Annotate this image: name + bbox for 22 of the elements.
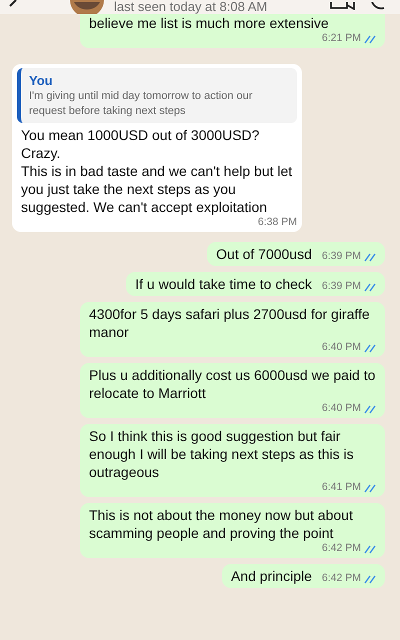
message-text: This is not about the money now but about scamming people and proving the point (89, 506, 354, 542)
quote-text: I'm giving until mid day tomorrow to action our request before taking next steps (29, 89, 254, 119)
quote-author: You (29, 72, 54, 89)
message-time: 6:21 PM (322, 32, 361, 45)
message-text: If u would take time to check (135, 275, 312, 293)
message-time: 6:42 PM (322, 542, 361, 555)
message-text: And principle (230, 567, 312, 585)
message-time: 6:41 PM (322, 481, 361, 494)
message-time: 6:39 PM (322, 250, 361, 263)
message-text: So I think this is good suggestion but fair enough I will be taking next steps as this is outrageous (89, 427, 355, 481)
message-text: You mean 1000USD out of 3000USD? Crazy. This is in bad taste and we can't help but let you just take the next steps as you suggested. We can't accept exploitation (20, 126, 294, 216)
last-seen-status: last seen today at 8:08 AM (114, 0, 268, 14)
message-time: 6:40 PM (322, 402, 361, 415)
message-text: Out of 7000usd (216, 245, 312, 263)
quoted-message[interactable]: You I'm giving until mid day tomorrow to action our request before taking next steps (17, 68, 297, 123)
message-time: 6:42 PM (322, 572, 361, 585)
message-time: 6:40 PM (322, 341, 361, 354)
message-text: Plus u additionally cost us 6000usd we paid to relocate to Marriott (89, 366, 376, 402)
message-time: 6:38 PM (258, 216, 297, 229)
message-text: 4300for 5 days safari plus 2700usd for giraffe manor (89, 305, 371, 341)
message-text: believe me list is much more extensive (89, 14, 329, 32)
message-time: 6:39 PM (322, 280, 361, 293)
